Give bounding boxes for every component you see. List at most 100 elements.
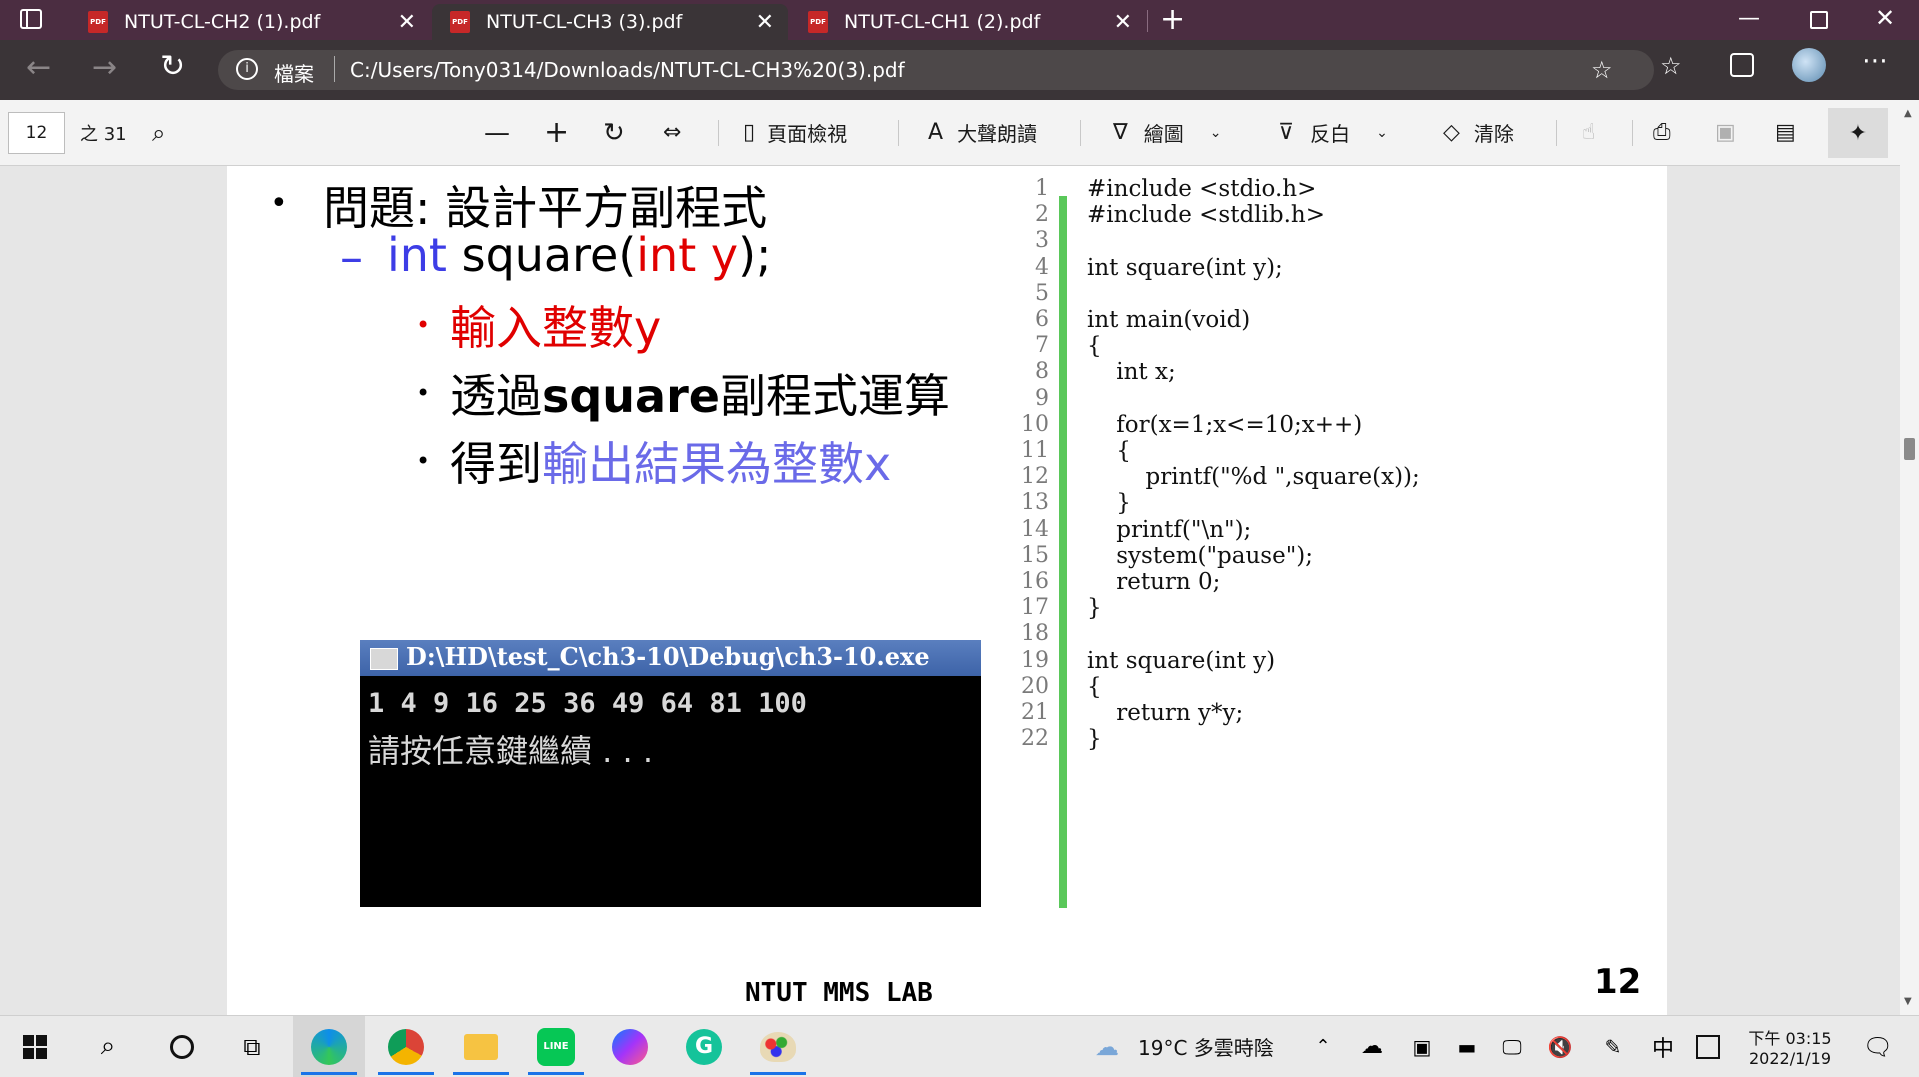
close-icon[interactable]: ✕ bbox=[756, 10, 774, 35]
messenger-app-icon[interactable] bbox=[594, 1016, 666, 1077]
weather-icon[interactable]: ☁ bbox=[1090, 1016, 1124, 1077]
tab-title: NTUT-CL-CH2 (1).pdf bbox=[124, 11, 321, 33]
code-line-number: 10 bbox=[1021, 411, 1049, 437]
pin-toolbar-icon[interactable]: ✦ bbox=[1828, 108, 1888, 158]
page-view-icon: ▯ bbox=[743, 120, 756, 145]
tab-ch1[interactable]: PDF NTUT-CL-CH1 (2).pdf ✕ bbox=[790, 4, 1146, 40]
sub3-a: 得到 bbox=[450, 437, 542, 491]
close-icon[interactable]: ✕ bbox=[1114, 10, 1132, 35]
slide-footer: NTUT MMS LAB bbox=[745, 978, 933, 1008]
scroll-thumb[interactable] bbox=[1904, 438, 1915, 460]
network-icon[interactable]: 🖵 bbox=[1495, 1016, 1529, 1077]
tab-ch3[interactable]: PDF NTUT-CL-CH3 (3).pdf ✕ bbox=[432, 4, 788, 40]
favorites-icon[interactable]: ☆ bbox=[1660, 52, 1682, 80]
code-line: return y*y; bbox=[1087, 700, 1244, 726]
cortana-icon[interactable] bbox=[162, 1016, 202, 1077]
code-line-number: 7 bbox=[1035, 333, 1049, 359]
notification-icon[interactable]: 🗨 bbox=[1858, 1016, 1898, 1077]
vertical-scrollbar[interactable]: ▲ ▼ bbox=[1900, 100, 1919, 1015]
scroll-down-icon[interactable]: ▼ bbox=[1904, 996, 1912, 1007]
new-tab-icon[interactable]: + bbox=[1160, 2, 1185, 37]
print-icon[interactable]: ⎙ bbox=[1653, 100, 1671, 165]
scroll-up-icon[interactable]: ▲ bbox=[1904, 108, 1912, 119]
fn-square: square( bbox=[461, 228, 637, 282]
avatar[interactable] bbox=[1792, 48, 1826, 82]
code-line: return 0; bbox=[1087, 569, 1221, 595]
sub2-a: 透過 bbox=[450, 369, 542, 423]
code-line: int x; bbox=[1087, 359, 1176, 386]
pdf-icon: PDF bbox=[808, 11, 828, 33]
input-mode-icon[interactable] bbox=[1693, 1016, 1723, 1077]
console-title: D:\HD\test_C\ch3-10\Debug\ch3-10.exe bbox=[406, 642, 930, 671]
code-line: { bbox=[1087, 673, 1102, 700]
file-explorer-icon[interactable] bbox=[445, 1016, 517, 1077]
sub-bullet-dot: • bbox=[416, 447, 431, 475]
touch-icon[interactable]: ☝ bbox=[1582, 100, 1595, 165]
chevron-up-icon[interactable]: ⌃ bbox=[1310, 1016, 1336, 1077]
rotate-icon[interactable]: ↻ bbox=[603, 100, 625, 165]
erase-button[interactable]: ◇ 清除 bbox=[1443, 100, 1514, 165]
onedrive-icon[interactable]: ☁ bbox=[1355, 1016, 1389, 1077]
tab-ch2[interactable]: PDF NTUT-CL-CH2 (1).pdf ✕ bbox=[70, 4, 430, 40]
save-as-icon[interactable]: ▤ bbox=[1775, 100, 1796, 165]
volume-muted-icon[interactable]: 🔇 bbox=[1543, 1016, 1577, 1077]
code-line-number: 3 bbox=[1035, 228, 1049, 254]
tab-title: NTUT-CL-CH3 (3).pdf bbox=[486, 11, 683, 33]
code-line-number: 21 bbox=[1021, 700, 1049, 725]
back-icon[interactable]: ← bbox=[26, 50, 51, 85]
code-line-number: 22 bbox=[1021, 726, 1049, 752]
task-view-icon[interactable]: ⧉ bbox=[232, 1016, 272, 1077]
restore-icon[interactable] bbox=[1810, 11, 1828, 29]
code-line-number: 9 bbox=[1035, 385, 1049, 411]
highlight-label: 反白 bbox=[1310, 122, 1351, 146]
fit-width-icon[interactable]: ⇔ bbox=[663, 100, 681, 165]
clock[interactable]: 下午 03:15 2022/1/19 bbox=[1740, 1016, 1840, 1077]
site-label: 檔案 bbox=[274, 62, 314, 86]
highlight-icon: ⊽ bbox=[1278, 120, 1295, 145]
code-gutter-bar bbox=[1059, 196, 1067, 908]
chevron-down-icon[interactable]: ⌄ bbox=[1376, 125, 1388, 141]
read-aloud-button[interactable]: A 大聲朗讀 bbox=[928, 100, 1037, 165]
slide-sub-2: 透過square副程式運算 bbox=[450, 360, 950, 426]
zoom-out-icon[interactable]: — bbox=[484, 100, 510, 165]
console-line-1: 1 4 9 16 25 36 49 64 81 100 bbox=[368, 688, 807, 719]
line-app-icon[interactable]: LINE bbox=[520, 1016, 592, 1077]
ime-indicator[interactable]: 中 bbox=[1648, 1016, 1678, 1077]
minimize-icon[interactable]: — bbox=[1738, 6, 1760, 31]
save-icon[interactable]: ▣ bbox=[1715, 100, 1736, 165]
forward-icon[interactable]: → bbox=[92, 50, 117, 85]
highlight-button[interactable]: ⊽ 反白 ⌄ bbox=[1278, 100, 1388, 165]
tab-actions-icon[interactable] bbox=[20, 9, 42, 29]
paint-app-icon[interactable] bbox=[742, 1016, 814, 1077]
weather-text[interactable]: 19°C 多雲時陰 bbox=[1138, 1016, 1288, 1077]
more-icon[interactable]: ⋯ bbox=[1862, 46, 1888, 76]
zoom-in-icon[interactable]: + bbox=[544, 100, 569, 165]
close-icon[interactable]: ✕ bbox=[398, 10, 416, 35]
read-aloud-label: 大聲朗讀 bbox=[957, 122, 1038, 146]
pdf-icon: PDF bbox=[450, 11, 470, 33]
chevron-down-icon[interactable]: ⌄ bbox=[1210, 125, 1222, 141]
code-line-number: 15 bbox=[1021, 542, 1049, 568]
draw-button[interactable]: ∇ 繪圖 ⌄ bbox=[1113, 100, 1221, 165]
search-icon[interactable]: ⌕ bbox=[152, 100, 165, 165]
pen-icon[interactable]: ✎ bbox=[1598, 1016, 1628, 1077]
search-icon[interactable]: ⌕ bbox=[88, 1016, 128, 1077]
info-icon[interactable]: i bbox=[236, 58, 258, 80]
window-close-icon[interactable]: ✕ bbox=[1875, 4, 1895, 32]
app-tray-icon[interactable]: ▣ bbox=[1405, 1016, 1439, 1077]
page-view-button[interactable]: ▯ 頁面檢視 bbox=[743, 100, 847, 165]
code-line-number: 8 bbox=[1035, 359, 1049, 385]
param-y: y bbox=[710, 228, 739, 282]
refresh-icon[interactable]: ↻ bbox=[160, 49, 185, 84]
battery-icon[interactable]: ▬ bbox=[1450, 1016, 1484, 1077]
collections-icon[interactable] bbox=[1730, 53, 1754, 77]
grammarly-app-icon[interactable]: G bbox=[668, 1016, 740, 1077]
code-line: int square(int y); bbox=[1087, 254, 1283, 281]
add-favorite-icon[interactable]: ☆ bbox=[1591, 56, 1613, 84]
edge-app-icon[interactable] bbox=[293, 1016, 365, 1077]
url-box[interactable]: i 檔案 C:/Users/Tony0314/Downloads/NTUT-CL… bbox=[218, 50, 1654, 90]
windows-start-icon[interactable] bbox=[18, 1016, 52, 1077]
line-label: LINE bbox=[537, 1027, 575, 1066]
page-number-input[interactable]: 12 bbox=[8, 112, 65, 154]
chrome-app-icon[interactable] bbox=[370, 1016, 442, 1077]
